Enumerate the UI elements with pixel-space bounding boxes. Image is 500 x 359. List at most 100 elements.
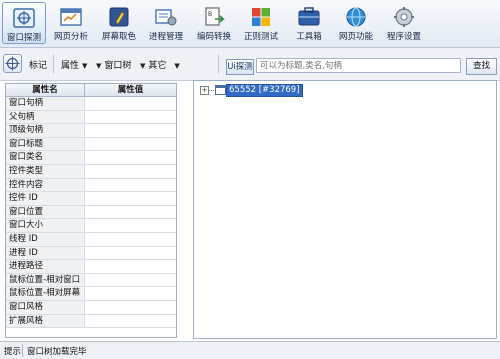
other-dropdown-label: 其它: [148, 61, 167, 71]
toolbar-color-picker-button[interactable]: 屏幕取色: [97, 2, 141, 44]
property-value: [85, 111, 176, 124]
property-value: [85, 274, 176, 287]
drag-target-button[interactable]: [3, 54, 22, 73]
property-row[interactable]: 窗口类名: [6, 151, 176, 165]
property-value: [85, 247, 176, 260]
other-dropdown[interactable]: ▼ 其它 ▼: [140, 58, 180, 71]
property-value: [85, 287, 176, 300]
web-analysis-icon: [60, 8, 82, 26]
toolbar-label: 进程管理: [148, 32, 183, 42]
column-header-value[interactable]: 属性值: [85, 84, 176, 96]
property-row[interactable]: 进程 ID: [6, 246, 176, 261]
settings-icon: [394, 7, 414, 27]
property-row[interactable]: 控件类型: [6, 164, 176, 179]
encoding-convert-icon: B: [205, 7, 225, 26]
toolbar-label: 程序设置: [386, 32, 421, 42]
toolbar-encoding-convert-button[interactable]: B 编码转换: [192, 2, 236, 44]
property-value: [85, 315, 176, 328]
window-tree-dropdown-label: 窗口树: [104, 61, 132, 71]
property-row[interactable]: 控件内容: [6, 178, 176, 193]
property-name: 窗口标题: [6, 137, 85, 151]
property-value: [85, 138, 176, 151]
caret-down-icon: ▼: [140, 62, 146, 70]
property-row[interactable]: 鼠标位置-相对屏幕: [6, 287, 176, 301]
property-row[interactable]: 控件 ID: [6, 192, 176, 206]
property-row[interactable]: 窗口大小: [6, 219, 176, 233]
status-label: 提示: [4, 347, 22, 357]
property-value: [85, 260, 176, 273]
property-grid: 属性名 属性值 窗口句柄 父句柄 顶级句柄 窗口标题 窗口类名 控件类型 控件内容 控件 ID…: [5, 83, 177, 338]
ui-detect-button[interactable]: Ui探测: [226, 59, 254, 75]
window-tree-dropdown[interactable]: ▼ 窗口树: [96, 58, 131, 71]
property-name: 控件 ID: [6, 192, 85, 205]
property-value: [85, 97, 176, 110]
toolbar-settings-button[interactable]: 程序设置: [382, 2, 426, 44]
property-name: 鼠标位置-相对窗口: [6, 273, 85, 287]
property-grid-header: 属性名 属性值: [6, 84, 176, 97]
toolbar-web-analysis-button[interactable]: 网页分析: [49, 2, 93, 44]
property-dropdown-label: 属性: [61, 61, 80, 71]
property-value: [85, 301, 176, 314]
svg-text:B: B: [208, 11, 212, 18]
status-text: 窗口树加载完毕: [27, 347, 87, 357]
search-input[interactable]: [256, 58, 461, 73]
caret-down-icon: ▼: [174, 62, 180, 70]
property-row[interactable]: 鼠标位置-相对窗口: [6, 273, 176, 288]
property-name: 控件内容: [6, 178, 85, 192]
regex-test-icon: [252, 8, 270, 26]
toolbar-window-detect-button[interactable]: 窗口探测: [2, 2, 46, 44]
property-name: 窗口大小: [6, 219, 85, 232]
property-dropdown[interactable]: 属性 ▼: [61, 58, 87, 71]
toolbar-toolbox-button[interactable]: 工具箱: [287, 2, 331, 44]
property-row[interactable]: 进程路径: [6, 260, 176, 274]
toolbar-label: 窗口探测: [6, 33, 41, 43]
property-name: 窗口位置: [6, 205, 85, 219]
divider: [218, 55, 219, 73]
toolbar-label: 网页功能: [338, 32, 373, 42]
property-row[interactable]: 线程 ID: [6, 232, 176, 247]
property-row[interactable]: 扩展风格: [6, 314, 176, 329]
process-manager-icon: [155, 9, 177, 26]
toolbar-process-manager-button[interactable]: 进程管理: [144, 2, 188, 44]
toolbox-icon: [298, 7, 320, 26]
property-name: 窗口风格: [6, 300, 85, 314]
property-name: 扩展风格: [6, 314, 85, 328]
property-value: [85, 124, 176, 137]
property-name: 父句柄: [6, 110, 85, 124]
property-value: [85, 179, 176, 192]
toolbar-regex-test-button[interactable]: 正则测试: [239, 2, 283, 44]
caret-down-icon: ▼: [96, 62, 102, 70]
property-value: [85, 192, 176, 205]
toolbar-label: 工具箱: [296, 32, 322, 42]
property-value: [85, 219, 176, 232]
property-name: 鼠标位置-相对屏幕: [6, 287, 85, 300]
caret-down-icon: ▼: [82, 62, 88, 70]
tree-root-node[interactable]: 65552 [#32769]: [226, 84, 303, 97]
toolbar-label: 编码转换: [196, 32, 231, 42]
property-row[interactable]: 窗口句柄: [6, 97, 176, 111]
property-row[interactable]: 窗口位置: [6, 205, 176, 220]
lookup-button[interactable]: 查找: [466, 58, 497, 75]
crosshair-window-icon: [13, 8, 35, 28]
toolbar-label: 正则测试: [243, 32, 278, 42]
status-bar: 提示 窗口树加载完毕: [0, 341, 500, 359]
column-header-name[interactable]: 属性名: [6, 84, 85, 96]
property-value: [85, 206, 176, 219]
property-name: 进程路径: [6, 260, 85, 273]
tree-connector: [208, 90, 214, 91]
toolbar-label: 屏幕取色: [101, 32, 136, 42]
property-name: 窗口类名: [6, 151, 85, 164]
property-row[interactable]: 顶级句柄: [6, 124, 176, 138]
toolbar-label: 网页分析: [53, 32, 88, 42]
property-name: 控件类型: [6, 164, 85, 178]
toolbar-web-functions-button[interactable]: 网页功能: [334, 2, 378, 44]
property-row[interactable]: 窗口风格: [6, 300, 176, 315]
property-value: [85, 233, 176, 246]
window-tree[interactable]: + 65552 [#32769]: [193, 80, 497, 339]
property-name: 进程 ID: [6, 246, 85, 260]
property-row[interactable]: 窗口标题: [6, 137, 176, 152]
divider: [22, 344, 23, 357]
property-name: 顶级句柄: [6, 124, 85, 137]
property-row[interactable]: 父句柄: [6, 110, 176, 125]
property-name: 窗口句柄: [6, 97, 85, 110]
